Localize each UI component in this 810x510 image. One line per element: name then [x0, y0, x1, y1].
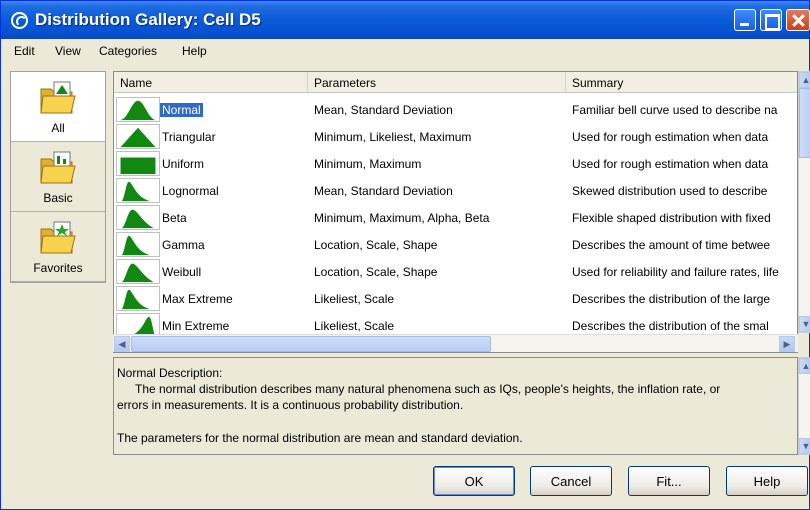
description-line-3: The parameters for the normal distributi…	[117, 431, 523, 445]
category-all[interactable]: All	[11, 72, 105, 142]
row-summary: Used for reliability and failure rates, …	[572, 265, 779, 279]
beta-icon	[116, 205, 160, 230]
close-button[interactable]	[786, 9, 810, 31]
row-parameters: Minimum, Maximum, Alpha, Beta	[314, 211, 490, 225]
help-button[interactable]: Help	[726, 466, 808, 496]
row-summary: Used for rough estimation when data	[572, 130, 769, 144]
row-parameters: Location, Scale, Shape	[314, 265, 438, 279]
row-name: Beta	[162, 211, 187, 225]
cancel-button[interactable]: Cancel	[530, 466, 612, 496]
list-vertical-scrollbar[interactable]: ▲ ▼	[798, 71, 810, 333]
scroll-left-arrow[interactable]: ◀	[114, 336, 130, 352]
row-parameters: Likeliest, Scale	[314, 292, 395, 306]
fit-button[interactable]: Fit...	[628, 466, 710, 496]
scroll-down-arrow[interactable]: ▼	[799, 316, 810, 332]
beta-icon	[116, 259, 160, 284]
row-parameters: Minimum, Maximum	[314, 157, 422, 171]
table-row[interactable]: Lognormal Mean, Standard Deviation Skewed …	[114, 177, 784, 204]
menu-help[interactable]: Help	[182, 44, 207, 58]
triangle-icon	[116, 124, 160, 149]
uniform-icon	[116, 151, 160, 176]
folder-basic-icon	[40, 151, 76, 184]
row-summary: Familiar bell curve used to describe na	[572, 103, 778, 117]
row-parameters: Mean, Standard Deviation	[314, 184, 453, 198]
window-title: Distribution Gallery: Cell D5	[35, 10, 261, 29]
list-horizontal-scrollbar[interactable]: ◀ ▶	[113, 334, 798, 352]
scroll-up-arrow[interactable]: ▲	[799, 72, 810, 88]
row-name: Triangular	[162, 130, 216, 144]
description-heading: Normal Description:	[117, 366, 223, 380]
category-sidebar: All Basic Favorites	[10, 71, 106, 283]
row-parameters: Mean, Standard Deviation	[314, 103, 453, 117]
menu-bar: Edit View Categories Help	[1, 39, 809, 63]
table-row[interactable]: Uniform Minimum, Maximum Used for rough es…	[114, 150, 784, 177]
menu-view[interactable]: View	[55, 44, 81, 58]
table-row[interactable]: Gamma Location, Scale, Shape Describes the…	[114, 231, 784, 258]
maximize-button[interactable]	[760, 9, 782, 31]
table-row[interactable]: Normal Mean, Standard Deviation Familiar b…	[114, 96, 784, 123]
list-header: Name Parameters Summary	[114, 72, 797, 93]
distribution-gallery-window: Distribution Gallery: Cell D5 Edit View …	[0, 0, 810, 510]
folder-favorites-icon	[40, 221, 76, 254]
row-name: Gamma	[162, 238, 205, 252]
description-panel: Normal Description: The normal distribut…	[113, 357, 798, 455]
right-skew-icon	[116, 178, 160, 203]
table-row[interactable]: Beta Minimum, Maximum, Alpha, Beta Flexibl…	[114, 204, 784, 231]
distribution-list: Name Parameters Summary Normal Mean, Stan…	[113, 71, 798, 353]
minimize-button[interactable]	[734, 9, 756, 31]
right-skew-icon	[116, 286, 160, 311]
table-row[interactable]: Max Extreme Likeliest, Scale Describes the…	[114, 285, 784, 312]
row-name: Normal	[160, 103, 203, 117]
scroll-right-arrow[interactable]: ▶	[779, 336, 795, 352]
row-name: Uniform	[162, 157, 205, 171]
hscroll-thumb[interactable]	[131, 336, 491, 352]
category-label: Basic	[43, 191, 73, 205]
row-summary: Skewed distribution used to describe	[572, 184, 768, 198]
menu-categories[interactable]: Categories	[99, 44, 157, 58]
row-parameters: Location, Scale, Shape	[314, 238, 438, 252]
description-line-1: The normal distribution describes many n…	[135, 382, 721, 396]
app-icon	[11, 12, 28, 29]
description-scrollbar[interactable]: ▲ ▼	[798, 357, 810, 455]
column-summary[interactable]: Summary	[566, 72, 797, 93]
row-summary: Describes the distribution of the large	[572, 292, 771, 306]
scroll-down-arrow[interactable]: ▼	[799, 438, 810, 454]
row-summary: Describes the distribution of the smal	[572, 319, 769, 333]
folder-all-icon	[40, 81, 76, 114]
ok-button[interactable]: OK	[433, 466, 515, 496]
row-summary: Describes the amount of time betwee	[572, 238, 771, 252]
column-parameters[interactable]: Parameters	[308, 72, 566, 93]
normal-curve-icon	[116, 97, 160, 122]
row-name: Min Extreme	[162, 319, 230, 333]
category-basic[interactable]: Basic	[11, 142, 105, 212]
row-summary: Used for rough estimation when data	[572, 157, 769, 171]
table-row[interactable]: Triangular Minimum, Likeliest, Maximum Use…	[114, 123, 784, 150]
row-name: Lognormal	[162, 184, 219, 198]
column-name[interactable]: Name	[114, 72, 308, 93]
row-parameters: Minimum, Likeliest, Maximum	[314, 130, 472, 144]
table-row[interactable]: Weibull Location, Scale, Shape Used for re…	[114, 258, 784, 285]
row-summary: Flexible shaped distribution with fixed	[572, 211, 771, 225]
row-name: Weibull	[162, 265, 202, 279]
category-label: All	[51, 121, 65, 135]
menu-edit[interactable]: Edit	[14, 44, 35, 58]
scroll-thumb[interactable]	[799, 88, 810, 158]
category-favorites[interactable]: Favorites	[11, 212, 105, 282]
row-parameters: Likeliest, Scale	[314, 319, 395, 333]
category-label: Favorites	[33, 261, 83, 275]
title-bar[interactable]: Distribution Gallery: Cell D5	[1, 1, 810, 39]
description-line-2: errors in measurements. It is a continuo…	[117, 398, 464, 412]
right-skew-icon	[116, 232, 160, 257]
row-name: Max Extreme	[162, 292, 233, 306]
scroll-up-arrow[interactable]: ▲	[799, 358, 810, 374]
